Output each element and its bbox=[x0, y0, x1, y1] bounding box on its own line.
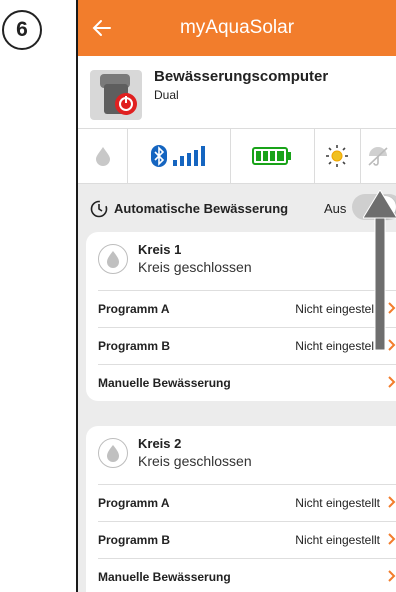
circuit-status: Kreis geschlossen bbox=[138, 453, 252, 469]
phone-screen: myAquaSolar Bewässerungscomputer Dual Au… bbox=[76, 0, 396, 592]
connection-status-cell bbox=[128, 129, 232, 183]
bluetooth-icon bbox=[151, 145, 168, 167]
timer-icon bbox=[90, 200, 108, 218]
umbrella-icon bbox=[368, 147, 388, 166]
circuit-1-program-b-row[interactable]: Programm B Nicht eingestellt bbox=[98, 327, 396, 364]
device-subtitle: Dual bbox=[154, 88, 179, 102]
chevron-right-icon bbox=[388, 496, 396, 508]
circuit-drop-icon bbox=[98, 438, 128, 468]
row-label: Manuelle Bewässerung bbox=[98, 376, 231, 390]
circuit-header: Kreis 2 Kreis geschlossen bbox=[86, 426, 396, 484]
instruction-arrow-up-icon bbox=[363, 190, 396, 350]
arrow-left-icon bbox=[92, 20, 111, 36]
rain-status-cell bbox=[78, 129, 129, 183]
circuit-2-manual-watering-row[interactable]: Manuelle Bewässerung bbox=[98, 558, 396, 592]
circuit-2-program-a-row[interactable]: Programm A Nicht eingestellt bbox=[98, 484, 396, 521]
circuit-status: Kreis geschlossen bbox=[138, 259, 252, 275]
device-card: Bewässerungscomputer Dual bbox=[78, 56, 396, 129]
circuit-name: Kreis 1 bbox=[138, 242, 182, 257]
circuit-2-program-b-row[interactable]: Programm B Nicht eingestellt bbox=[98, 521, 396, 558]
raindrop-icon bbox=[95, 147, 110, 166]
row-label: Programm B bbox=[98, 533, 171, 547]
row-label: Programm B bbox=[98, 339, 171, 353]
device-name: Bewässerungscomputer bbox=[154, 68, 329, 85]
row-label: Programm A bbox=[98, 302, 170, 316]
app-bar: myAquaSolar bbox=[78, 0, 396, 56]
chevron-right-icon bbox=[388, 376, 396, 388]
circuit-card-2: Kreis 2 Kreis geschlossen Programm A Nic… bbox=[86, 426, 396, 592]
auto-watering-row: Automatische Bewässerung Aus bbox=[78, 184, 396, 234]
umbrella-status-cell bbox=[361, 129, 396, 183]
row-value: Nicht eingestellt bbox=[295, 496, 380, 510]
step-number-badge: 6 bbox=[2, 10, 42, 50]
circuit-1-program-a-row[interactable]: Programm A Nicht eingestellt bbox=[98, 290, 396, 327]
auto-watering-state: Aus bbox=[324, 201, 347, 216]
circuit-name: Kreis 2 bbox=[138, 436, 182, 451]
circuit-header: Kreis 1 Kreis geschlossen bbox=[86, 232, 396, 290]
chevron-right-icon bbox=[388, 570, 396, 582]
battery-icon bbox=[252, 147, 292, 165]
signal-bars-icon bbox=[173, 146, 206, 166]
auto-watering-label: Automatische Bewässerung bbox=[114, 201, 289, 216]
row-label: Programm A bbox=[98, 496, 170, 510]
circuit-1-manual-watering-row[interactable]: Manuelle Bewässerung bbox=[98, 364, 396, 401]
back-button[interactable] bbox=[84, 10, 120, 46]
sun-icon bbox=[326, 145, 349, 167]
circuit-drop-icon bbox=[98, 244, 128, 274]
row-value: Nicht eingestellt bbox=[295, 533, 380, 547]
status-bar bbox=[78, 129, 396, 184]
chevron-right-icon bbox=[388, 533, 396, 545]
battery-status-cell bbox=[231, 129, 315, 183]
device-image bbox=[90, 70, 142, 120]
app-title: myAquaSolar bbox=[179, 17, 295, 38]
circuit-card-1: Kreis 1 Kreis geschlossen Programm A Nic… bbox=[86, 232, 396, 401]
sun-status-cell bbox=[315, 129, 361, 183]
row-label: Manuelle Bewässerung bbox=[98, 570, 231, 584]
